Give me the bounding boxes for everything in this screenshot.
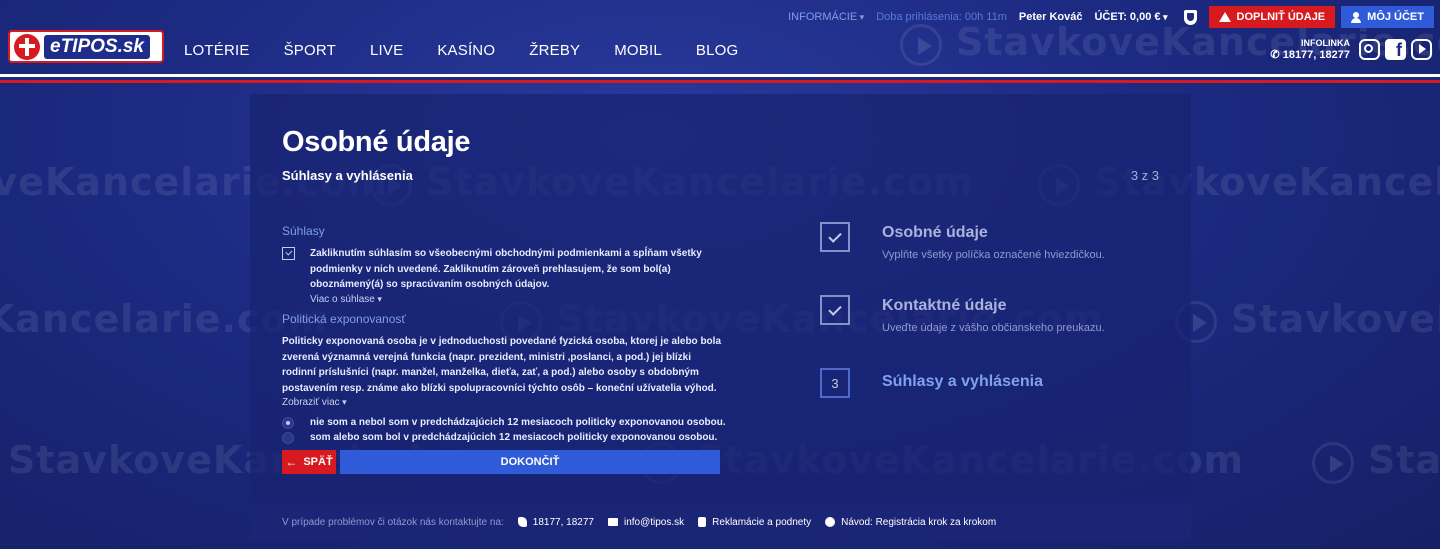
pep-option-yes-radio[interactable] xyxy=(282,432,294,444)
facebook-icon[interactable] xyxy=(1385,39,1406,61)
page-title: Osobné údaje xyxy=(282,126,471,158)
nav-item-blog[interactable]: BLOG xyxy=(696,42,738,59)
pep-more-link[interactable]: Zobraziť viac xyxy=(282,397,347,408)
pep-option-no-label[interactable]: nie som a nebol som v predchádzajúcich 1… xyxy=(310,417,726,428)
nav-item-kasino[interactable]: KASÍNO xyxy=(437,42,495,59)
nav-item-live[interactable]: LIVE xyxy=(370,42,403,59)
fill-details-label: DOPLNIŤ ÚDAJE xyxy=(1236,11,1326,23)
step-3-number: 3 xyxy=(820,368,850,398)
infolinka[interactable]: INFOLINKA ✆ 18177, 18277 xyxy=(1270,38,1350,61)
site-header: eTIPOS.sk LOTÉRIE ŠPORT LIVE KASÍNO ŽREB… xyxy=(0,0,1440,72)
info-dropdown[interactable]: INFORMÁCIE xyxy=(788,11,864,23)
page-subtitle: Súhlasy a vyhlásenia xyxy=(282,168,413,183)
step-1-check-icon xyxy=(820,222,850,252)
back-button[interactable]: ← SPÄŤ xyxy=(282,450,336,474)
footer-email[interactable]: info@tipos.sk xyxy=(607,517,684,528)
my-account-button[interactable]: MÔJ ÚČET xyxy=(1341,6,1434,28)
footer-complaints[interactable]: Reklamácie a podnety xyxy=(698,517,811,528)
play-icon xyxy=(825,517,836,527)
nav-item-mobil[interactable]: MOBIL xyxy=(614,42,662,59)
social-links xyxy=(1359,39,1432,61)
pep-option-yes-label[interactable]: som alebo som bol v predchádzajúcich 12 … xyxy=(310,432,717,443)
finish-label: DOKONČIŤ xyxy=(500,456,560,468)
step-3-title: Súhlasy a vyhlásenia xyxy=(882,373,1043,390)
logo-text: eTIPOS.sk xyxy=(44,34,150,59)
consents-heading: Súhlasy xyxy=(282,224,325,238)
tipos-cross-icon xyxy=(14,33,40,60)
flag-stripes xyxy=(0,74,1440,86)
watermark: StavkoveKancelarie.com xyxy=(1175,297,1440,343)
login-time: Doba prihlásenia: 00h 11m xyxy=(876,11,1007,23)
user-name[interactable]: Peter Kováč xyxy=(1019,11,1083,23)
nav-item-loterie[interactable]: LOTÉRIE xyxy=(184,42,250,59)
pep-option-no-radio[interactable] xyxy=(282,417,294,429)
consent-text: Zakliknutím súhlasím so všeobecnými obch… xyxy=(310,248,702,290)
infolinka-number: ✆ 18177, 18277 xyxy=(1270,49,1350,61)
arrow-left-icon: ← xyxy=(285,455,298,469)
pep-heading: Politická exponovanosť xyxy=(282,312,406,326)
step-1-title: Osobné údaje xyxy=(882,224,988,241)
mail-icon xyxy=(607,518,618,526)
back-label: SPÄŤ xyxy=(303,456,333,468)
account-balance-dropdown[interactable]: ÚČET: 0,00 € xyxy=(1094,11,1167,23)
shield-icon[interactable] xyxy=(1183,9,1197,25)
footer-phone[interactable]: 18177, 18277 xyxy=(517,517,594,528)
watermark: StavkoveKancelarie.com xyxy=(1312,438,1440,484)
youtube-icon[interactable] xyxy=(1411,39,1432,60)
step-1-desc: Vyplňte všetky políčka označené hviezdič… xyxy=(882,249,1105,261)
panel-footer: V prípade problémov či otázok nás kontak… xyxy=(250,503,1191,541)
nav-item-zreby[interactable]: ŽREBY xyxy=(529,42,580,59)
registration-panel: Osobné údaje Súhlasy a vyhlásenia 3 z 3 … xyxy=(250,94,1191,541)
top-bar: INFORMÁCIE Doba prihlásenia: 00h 11m Pet… xyxy=(788,6,1440,28)
main-nav: LOTÉRIE ŠPORT LIVE KASÍNO ŽREBY MOBIL BL… xyxy=(184,42,772,59)
phone-icon xyxy=(517,517,527,527)
footer-guide[interactable]: Návod: Registrácia krok za krokom xyxy=(825,517,996,528)
instagram-icon[interactable] xyxy=(1359,39,1380,60)
infolinka-label: INFOLINKA xyxy=(1301,38,1350,48)
consent-checkbox[interactable] xyxy=(282,247,295,260)
warning-icon xyxy=(1218,12,1231,22)
step-2-check-icon xyxy=(820,295,850,325)
user-icon xyxy=(1351,11,1362,23)
nav-item-sport[interactable]: ŠPORT xyxy=(284,42,336,59)
my-account-label: MÔJ ÚČET xyxy=(1367,11,1424,23)
footer-lead: V prípade problémov či otázok nás kontak… xyxy=(282,516,504,528)
consent-more-link[interactable]: Viac o súhlase xyxy=(310,294,382,305)
step-2-desc: Uveďte údaje z vášho občianskeho preukaz… xyxy=(882,322,1105,334)
etipos-logo[interactable]: eTIPOS.sk xyxy=(8,30,164,63)
step-2-title: Kontaktné údaje xyxy=(882,297,1007,314)
pep-text: Politicky exponovaná osoba je v jednoduc… xyxy=(282,336,722,394)
fill-details-button[interactable]: DOPLNIŤ ÚDAJE xyxy=(1208,6,1336,28)
finish-button[interactable]: DOKONČIŤ xyxy=(340,450,720,474)
document-icon xyxy=(698,517,707,527)
step-counter: 3 z 3 xyxy=(1130,168,1159,183)
